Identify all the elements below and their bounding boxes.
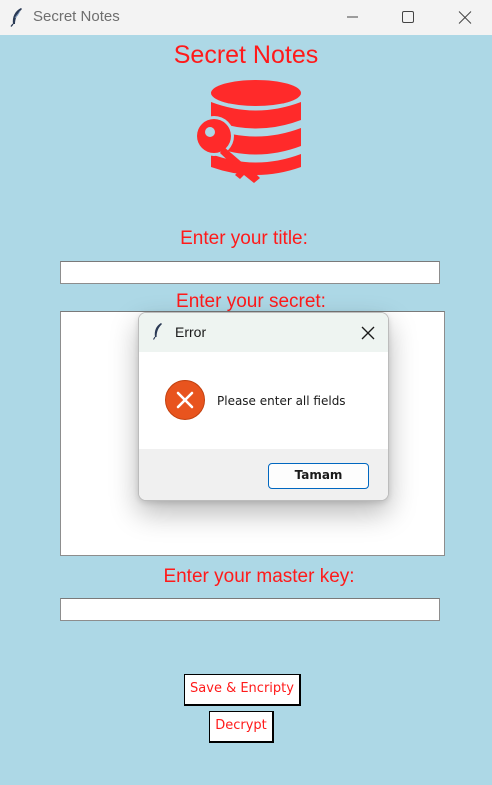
close-icon <box>361 326 375 340</box>
master-key-label: Enter your master key: <box>163 566 355 587</box>
dialog-ok-button[interactable]: Tamam <box>268 463 369 489</box>
feather-icon <box>152 323 162 340</box>
close-button[interactable] <box>442 0 488 35</box>
app-heading: Secret Notes <box>173 41 319 69</box>
maximize-button[interactable] <box>385 0 431 35</box>
maximize-icon <box>402 11 414 23</box>
minimize-icon <box>347 16 358 18</box>
feather-icon <box>10 8 22 27</box>
error-icon <box>165 380 205 420</box>
title-input[interactable] <box>60 261 440 284</box>
save-encrypt-button[interactable]: Save & Encripty <box>184 674 301 706</box>
master-key-input[interactable] <box>60 598 440 621</box>
dialog-title: Error <box>175 324 207 340</box>
dialog-message: Please enter all fields <box>217 394 346 408</box>
dialog-close-button[interactable] <box>353 320 383 346</box>
dialog-footer: Tamam <box>139 449 388 500</box>
decrypt-button[interactable]: Decrypt <box>209 711 274 743</box>
window-title: Secret Notes <box>33 8 120 25</box>
minimize-button[interactable] <box>330 0 376 35</box>
database-key-icon <box>194 80 301 183</box>
dialog-body: Please enter all fields <box>139 352 388 449</box>
title-label: Enter your title: <box>180 228 308 249</box>
dialog-titlebar: Error <box>139 313 388 352</box>
close-icon <box>458 11 472 24</box>
error-dialog: Error Please enter all fields Tamam <box>138 312 389 501</box>
window-titlebar: Secret Notes <box>0 0 492 35</box>
secret-label: Enter your secret: <box>176 291 326 312</box>
